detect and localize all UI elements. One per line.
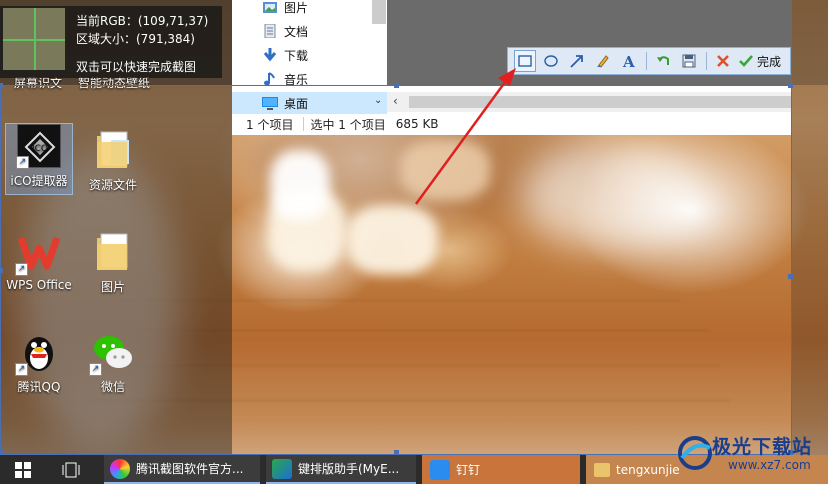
nav-item-label: 下载 [284, 48, 309, 63]
magnifier-preview [2, 7, 66, 71]
current-rgb-readout: 当前RGB：(109,71,37) [76, 14, 209, 28]
capture-selection-rectangle[interactable] [0, 83, 793, 455]
tencent-screenshot-app-icon [110, 458, 130, 479]
crosshair-vertical [34, 8, 36, 70]
nav-item-label: 文档 [284, 24, 309, 39]
taskbar-item-label: 腾讯截图软件官方... [136, 462, 244, 476]
taskbar-item-label: 钉钉 [456, 463, 481, 477]
rectangle-icon [518, 55, 532, 67]
dingtalk-icon [430, 459, 450, 480]
watermark-logo-icon [678, 436, 712, 470]
undo-icon [657, 56, 669, 65]
nav-item-downloads[interactable]: 下载 [262, 44, 308, 66]
undo-button[interactable] [652, 50, 674, 72]
save-button[interactable] [678, 50, 700, 72]
taskbar-item-typesetting-helper[interactable]: 键排版助手(MyE... [266, 455, 416, 484]
rectangle-tool-button[interactable] [514, 50, 536, 72]
resize-handle-right[interactable] [788, 274, 793, 279]
watermark-title: 极光下载站 [712, 436, 813, 458]
capture-dim-overlay-right [792, 85, 828, 455]
ellipse-tool-button[interactable] [540, 50, 562, 72]
documents-icon [264, 24, 276, 38]
text-tool-button[interactable]: A [618, 50, 640, 72]
capture-magnifier-panel: 当前RGB：(109,71,37) 区域大小：(791,384) 双击可以快速完… [0, 6, 222, 78]
ellipse-icon [544, 55, 558, 67]
checkmark-icon [739, 55, 753, 67]
screenshot-toolbar: A 完成 [507, 47, 791, 75]
cancel-button[interactable] [712, 50, 734, 72]
cancel-icon [717, 55, 729, 67]
toolbar-divider [646, 52, 647, 70]
nav-item-label: 图片 [284, 0, 309, 15]
pictures-icon [263, 2, 277, 13]
region-size-readout: 区域大小：(791,384) [76, 32, 195, 46]
brush-tool-button[interactable] [592, 50, 614, 72]
windows-logo-icon [15, 461, 31, 478]
nav-item-documents[interactable]: 文档 [262, 20, 308, 42]
watermark-url: www.xz7.com [728, 458, 811, 472]
taskbar-item-label: 键排版助手(MyE... [298, 462, 400, 476]
typesetting-app-icon [272, 458, 292, 479]
arrow-icon [570, 55, 583, 68]
resize-handle-top-left[interactable] [0, 83, 3, 88]
save-icon [682, 54, 696, 68]
task-view-button[interactable] [62, 455, 80, 484]
site-watermark: 极光下载站 www.xz7.com [676, 432, 826, 480]
folder-icon [594, 462, 610, 477]
download-icon [263, 48, 277, 62]
brush-icon [597, 55, 609, 68]
toolbar-divider [706, 52, 707, 70]
start-button[interactable] [14, 455, 32, 484]
resize-handle-left[interactable] [0, 268, 3, 273]
capture-hint: 双击可以快速完成截图 [76, 60, 197, 74]
done-button[interactable]: 完成 [738, 53, 785, 70]
taskbar-item-dingtalk[interactable]: 钉钉 [422, 455, 580, 484]
nav-item-pictures[interactable]: 图片 [262, 0, 308, 18]
arrow-tool-button[interactable] [566, 50, 588, 72]
done-button-label: 完成 [757, 54, 782, 69]
text-icon: A [622, 53, 635, 69]
resize-handle-top-right[interactable] [788, 83, 793, 88]
nav-pane-scrollbar[interactable] [372, 0, 386, 24]
resize-handle-top[interactable] [394, 83, 399, 88]
taskbar-item-label: tengxunjie [616, 462, 680, 477]
music-icon [264, 72, 275, 86]
taskbar-item-tencent-screenshot[interactable]: 腾讯截图软件官方... [104, 455, 260, 484]
task-view-icon [62, 462, 80, 477]
svg-text:A: A [622, 53, 635, 69]
